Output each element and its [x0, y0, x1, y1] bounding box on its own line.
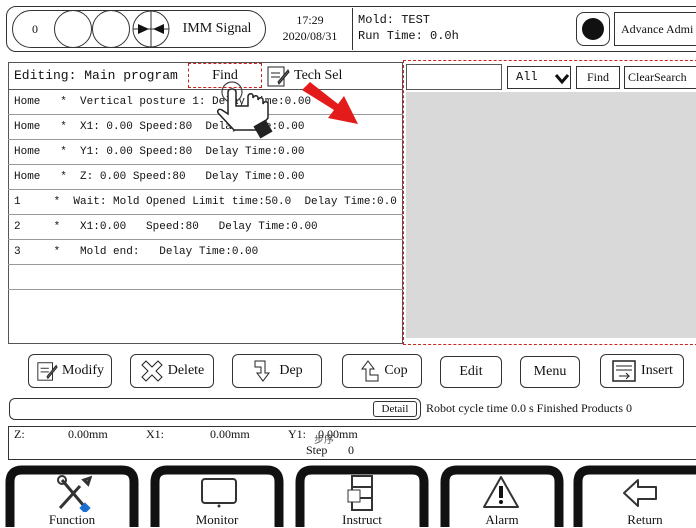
record-button[interactable] — [576, 12, 610, 46]
mold-info: Mold: TEST Run Time: 0.0h — [358, 8, 558, 50]
menu-button[interactable]: Menu — [520, 356, 580, 388]
status-message-box — [9, 398, 421, 420]
z-value: 0.00mm — [68, 427, 108, 441]
file-cabinet-icon — [347, 475, 373, 511]
signal-circle-2 — [92, 10, 130, 48]
program-row[interactable]: 2 * X1:0.00 Speed:80 Delay Time:0.00 — [8, 215, 403, 240]
filter-select-value: All — [516, 70, 538, 84]
dep-icon — [254, 360, 271, 382]
program-row[interactable]: Home * Z: 0.00 Speed:80 Delay Time:0.00 — [8, 165, 403, 190]
program-row[interactable]: Home * Y1: 0.00 Speed:80 Delay Time:0.00 — [8, 140, 403, 165]
cop-label: Cop — [384, 363, 408, 378]
tab-instruct-label: Instruct — [312, 512, 412, 528]
tools-icon — [57, 475, 92, 514]
modify-button[interactable]: Modify — [28, 354, 112, 388]
datetime-box: 17:29 2020/08/31 — [268, 8, 352, 50]
search-input[interactable] — [406, 64, 502, 90]
tab-function[interactable]: Function — [2, 462, 142, 528]
editing-label: Editing: Main program — [14, 68, 178, 83]
search-find-button[interactable]: Find — [576, 66, 620, 89]
tab-return[interactable]: Return — [570, 462, 696, 528]
z-label: Z: — [14, 427, 25, 441]
tab-function-label: Function — [22, 512, 122, 528]
step-label: Step — [306, 443, 328, 457]
insert-label: Insert — [641, 363, 673, 378]
program-row[interactable]: 3 * Mold end: Delay Time:0.00 — [8, 240, 403, 265]
imm-signal-icon — [132, 10, 170, 48]
chevron-down-icon — [554, 70, 570, 86]
tab-return-label: Return — [600, 512, 690, 528]
mold-name: Mold: TEST — [358, 13, 431, 27]
red-arrow-icon — [296, 80, 366, 130]
tab-instruct[interactable]: Instruct — [292, 462, 432, 528]
header-divider — [352, 8, 353, 50]
search-results-area — [406, 92, 696, 338]
tab-monitor-label: Monitor — [167, 512, 267, 528]
cop-icon — [361, 360, 379, 382]
x1-label: X1: — [146, 427, 164, 441]
run-time: Run Time: 0.0h — [358, 29, 459, 43]
insert-button[interactable]: Insert — [600, 354, 684, 388]
monitor-icon — [201, 478, 237, 508]
record-icon — [582, 18, 604, 40]
program-row[interactable] — [8, 290, 403, 315]
delete-icon — [141, 360, 163, 382]
detail-button[interactable]: Detail — [373, 401, 417, 417]
user-button[interactable]: Advance Admi — [614, 12, 696, 46]
tab-alarm-label: Alarm — [457, 512, 547, 528]
dep-button[interactable]: Dep — [232, 354, 322, 388]
hand-cursor-icon — [212, 80, 282, 140]
clock-date: 2020/08/31 — [282, 29, 338, 43]
back-arrow-icon — [623, 479, 657, 507]
delete-button[interactable]: Delete — [130, 354, 214, 388]
cop-button[interactable]: Cop — [342, 354, 422, 388]
filter-select[interactable]: All — [507, 66, 571, 89]
x1-value: 0.00mm — [210, 427, 250, 441]
delete-label: Delete — [167, 363, 205, 378]
program-row[interactable] — [8, 265, 403, 290]
tab-alarm[interactable]: Alarm — [437, 462, 567, 528]
counter-value: 0 — [32, 21, 38, 36]
tab-monitor[interactable]: Monitor — [147, 462, 287, 528]
y1-label: Y1: — [288, 427, 306, 441]
imm-signal-label: IMM Signal — [182, 21, 252, 36]
modify-label: Modify — [62, 363, 104, 378]
clock-time: 17:29 — [296, 13, 324, 27]
dep-label: Dep — [279, 363, 303, 378]
program-row[interactable]: 1 * Wait: Mold Opened Limit time:50.0 De… — [8, 190, 403, 215]
step-value: 0 — [348, 443, 354, 457]
warning-icon — [483, 476, 519, 508]
modify-icon — [37, 362, 58, 381]
insert-icon — [612, 360, 636, 382]
cycle-status-text: Robot cycle time 0.0 s Finished Products… — [426, 401, 632, 415]
clear-search-button[interactable]: ClearSearch — [624, 66, 696, 89]
edit-button[interactable]: Edit — [440, 356, 502, 388]
signal-circle-1 — [54, 10, 92, 48]
